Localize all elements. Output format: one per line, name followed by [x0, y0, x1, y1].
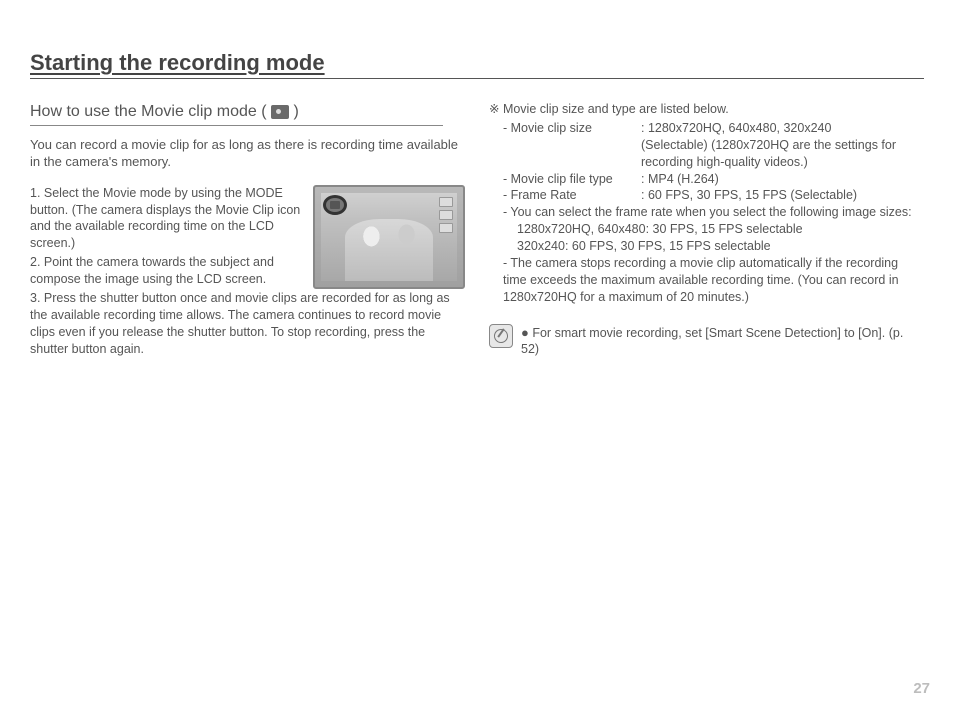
spec-list-heading: ※ Movie clip size and type are listed be… [489, 101, 924, 118]
section-heading-prefix: How to use the Movie clip mode ( [30, 103, 271, 120]
section-heading: How to use the Movie clip mode ( ) [30, 101, 443, 126]
right-column: ※ Movie clip size and type are listed be… [489, 101, 924, 359]
resolution-icon [439, 210, 453, 220]
left-column: How to use the Movie clip mode ( ) You c… [30, 101, 465, 359]
battery-icon [439, 197, 453, 207]
spec-fps-label: - Frame Rate [503, 187, 641, 204]
step-1: 1. Select the Movie mode by using the MO… [30, 185, 310, 253]
spec-size-value-2: (Selectable) (1280x720HQ are the setting… [489, 137, 924, 171]
spec-filetype-label: - Movie clip file type [503, 171, 641, 188]
spec-filetype-value: : MP4 (H.264) [641, 171, 924, 188]
spec-size-label: - Movie clip size [503, 120, 641, 137]
page-title: Starting the recording mode [30, 50, 325, 78]
spec-select-line1: - You can select the frame rate when you… [489, 204, 924, 221]
lcd-status-icons [439, 197, 453, 233]
spec-fps-value: : 60 FPS, 30 FPS, 15 FPS (Selectable) [641, 187, 924, 204]
note-box: ● For smart movie recording, set [Smart … [489, 324, 924, 359]
note-icon [489, 324, 513, 348]
step-2: 2. Point the camera towards the subject … [30, 254, 310, 288]
intro-text: You can record a movie clip for as long … [30, 136, 465, 171]
spec-select-line3: 320x240: 60 FPS, 30 FPS, 15 FPS selectab… [489, 238, 924, 255]
movie-clip-icon [323, 195, 347, 215]
spec-select-line2: 1280x720HQ, 640x480: 30 FPS, 15 FPS sele… [489, 221, 924, 238]
note-bullet: ● [521, 325, 529, 340]
storage-icon [439, 223, 453, 233]
note-text: For smart movie recording, set [Smart Sc… [521, 326, 903, 357]
spec-stop-line: - The camera stops recording a movie cli… [489, 255, 924, 306]
page-number: 27 [913, 680, 930, 697]
movie-mode-icon [271, 105, 289, 119]
sample-subjects-image [345, 219, 432, 281]
lcd-preview-illustration [313, 185, 465, 289]
section-heading-suffix: ) [289, 103, 299, 120]
spec-size-value: : 1280x720HQ, 640x480, 320x240 [641, 120, 924, 137]
step-3: 3. Press the shutter button once and mov… [30, 290, 465, 358]
